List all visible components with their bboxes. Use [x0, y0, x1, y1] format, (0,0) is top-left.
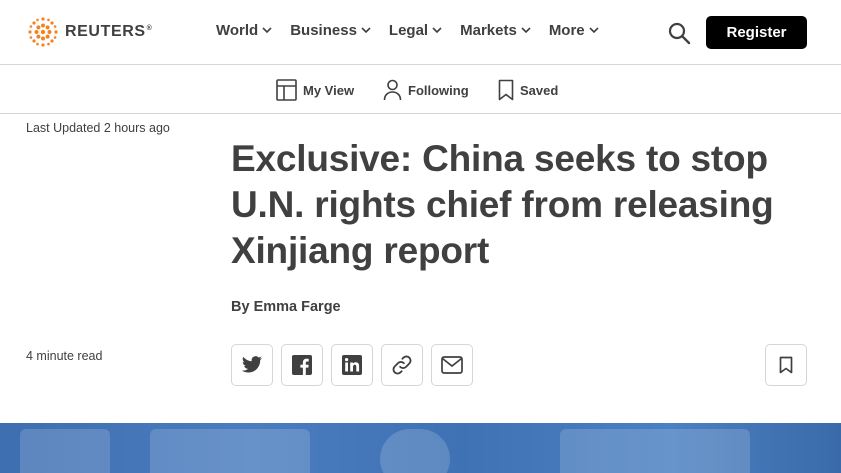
following-label: Following	[408, 82, 469, 98]
reuters-logo[interactable]: REUTERS®	[26, 16, 152, 48]
my-view-link[interactable]: My View	[276, 78, 354, 102]
nav-item-label: Business	[290, 22, 357, 39]
share-linkedin-button[interactable]	[331, 344, 373, 386]
author-link[interactable]: Emma Farge	[254, 299, 341, 315]
share-twitter-button[interactable]	[231, 344, 273, 386]
site-header: REUTERS® World Business Legal Markets Mo…	[0, 0, 841, 65]
bookmark-icon	[498, 79, 514, 101]
linkedin-icon	[342, 355, 362, 375]
layout-icon	[276, 79, 297, 101]
search-icon	[668, 22, 691, 45]
person-icon	[383, 79, 402, 101]
saved-link[interactable]: Saved	[498, 78, 558, 102]
nav-item-markets[interactable]: Markets	[460, 22, 531, 39]
nav-item-label: Markets	[460, 22, 517, 39]
register-button[interactable]: Register	[706, 16, 807, 49]
nav-item-label: More	[548, 22, 585, 39]
save-article-button[interactable]	[765, 344, 807, 386]
last-updated: Last Updated 2 hours ago	[26, 121, 170, 135]
nav-item-world[interactable]: World	[216, 22, 272, 39]
search-button[interactable]	[667, 21, 691, 45]
hero-image-detail	[150, 429, 310, 473]
chevron-down-icon	[262, 27, 272, 34]
read-time: 4 minute read	[26, 349, 103, 363]
hero-image-detail	[560, 429, 750, 473]
article-headline: Exclusive: China seeks to stop U.N. righ…	[231, 138, 774, 271]
bookmark-icon	[779, 356, 793, 374]
chevron-down-icon	[432, 27, 442, 34]
nav-item-business[interactable]: Business	[290, 22, 371, 39]
last-updated-prefix: Last Updated	[26, 121, 101, 135]
share-facebook-button[interactable]	[281, 344, 323, 386]
my-view-label: My View	[303, 82, 355, 98]
main-nav: World Business Legal Markets More	[216, 22, 617, 39]
nav-item-label: World	[216, 22, 259, 39]
hero-image	[0, 423, 841, 473]
following-link[interactable]: Following	[383, 78, 469, 102]
nav-item-more[interactable]: More	[549, 22, 599, 39]
reuters-logo-icon	[28, 17, 58, 47]
last-updated-time: 2 hours ago	[103, 121, 170, 135]
chevron-down-icon	[589, 27, 599, 34]
chevron-down-icon	[361, 27, 371, 34]
share-email-button[interactable]	[431, 344, 473, 386]
facebook-icon	[292, 355, 312, 375]
hero-image-detail	[20, 429, 110, 473]
link-icon	[392, 355, 412, 375]
nav-item-legal[interactable]: Legal	[389, 22, 442, 39]
chevron-down-icon	[521, 27, 531, 34]
twitter-icon	[241, 356, 262, 373]
hero-image-detail	[380, 429, 450, 473]
byline-prefix: By	[231, 299, 250, 315]
email-icon	[441, 356, 463, 374]
nav-item-label: Legal	[388, 22, 429, 39]
secondary-nav: My View Following Saved	[0, 65, 841, 114]
saved-label: Saved	[520, 82, 559, 98]
copy-link-button[interactable]	[381, 344, 423, 386]
logo-wordmark: REUTERS®	[65, 23, 153, 40]
byline: By Emma Farge	[231, 299, 341, 315]
